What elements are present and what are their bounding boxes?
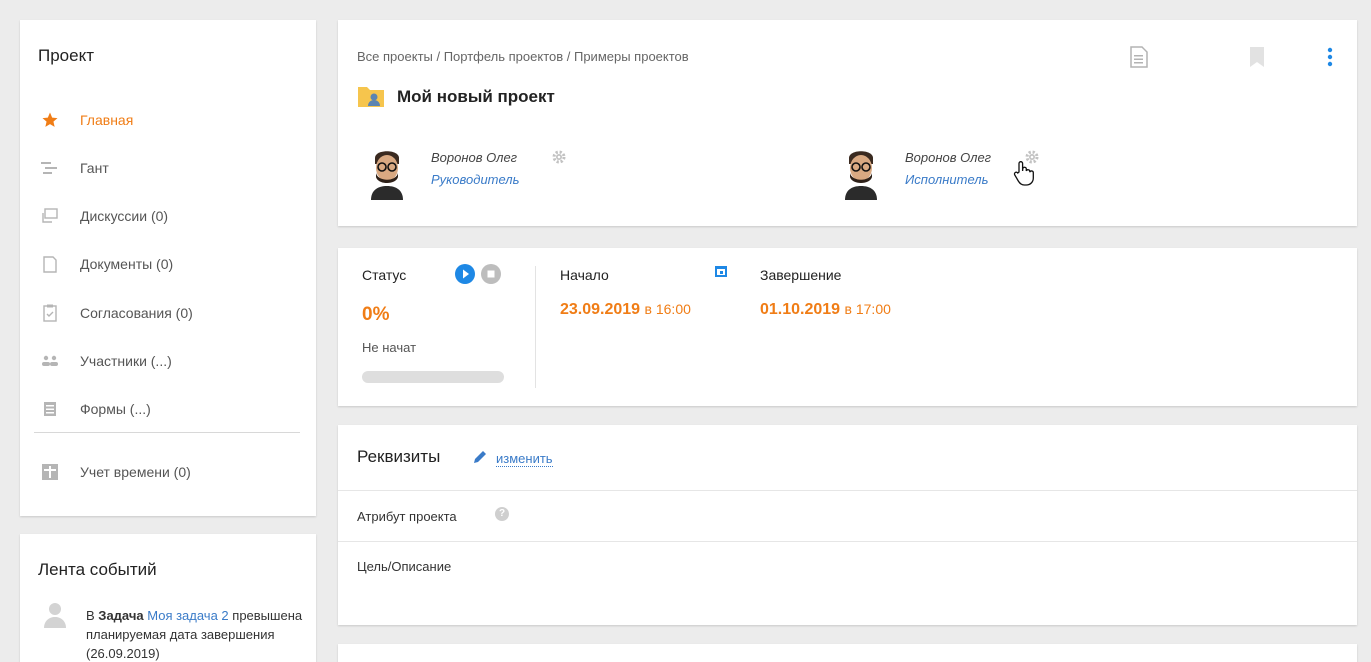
divider bbox=[338, 490, 1357, 491]
sidebar-item-main[interactable]: Главная bbox=[38, 108, 133, 132]
stop-icon bbox=[487, 270, 495, 278]
sidebar-item-approvals[interactable]: Согласования (0) bbox=[38, 301, 193, 325]
status-panel: Статус 0% Не начат Начало 23.09.2019 в 1… bbox=[338, 248, 1357, 406]
person-name: Воронов Олег bbox=[905, 150, 992, 165]
requisites-title: Реквизиты bbox=[357, 447, 441, 466]
sidebar-item-time-tracking[interactable]: Учет времени (0) bbox=[38, 460, 191, 484]
sidebar-item-label: Учет времени (0) bbox=[80, 464, 191, 480]
breadcrumb[interactable]: Все проекты / Портфель проектов / Пример… bbox=[357, 49, 689, 64]
events-title: Лента событий bbox=[38, 560, 157, 579]
person-name: Воронов Олег bbox=[431, 150, 518, 165]
event-entity-type: Задача bbox=[98, 608, 144, 623]
approval-icon bbox=[38, 303, 62, 323]
person-role-link[interactable]: Руководитель bbox=[431, 172, 519, 187]
sidebar-item-label: Гант bbox=[80, 160, 109, 176]
pencil-icon[interactable] bbox=[472, 449, 488, 465]
end-time-value: в 17:00 bbox=[844, 301, 891, 317]
sidebar-item-gantt[interactable]: Гант bbox=[38, 156, 109, 180]
sidebar-title: Проект bbox=[38, 46, 94, 65]
sidebar-item-label: Участники (...) bbox=[80, 353, 172, 369]
project-title: Мой новый проект bbox=[397, 87, 555, 106]
gantt-icon bbox=[38, 158, 62, 178]
requisites-panel: Реквизиты изменить Атрибут проекта ? Цел… bbox=[338, 425, 1357, 625]
sidebar-item-label: Документы (0) bbox=[80, 256, 174, 272]
gear-icon[interactable] bbox=[552, 150, 566, 164]
end-label: Завершение bbox=[760, 267, 842, 283]
event-feed: Лента событий В Задача Моя задача 2 прев… bbox=[20, 534, 316, 662]
person-role-link[interactable]: Исполнитель bbox=[905, 172, 988, 187]
sidebar-item-label: Согласования (0) bbox=[80, 305, 193, 321]
progress-bar bbox=[362, 371, 504, 383]
more-vertical-icon[interactable] bbox=[1319, 44, 1341, 70]
avatar[interactable] bbox=[841, 144, 881, 200]
start-time-value: в 16:00 bbox=[644, 301, 691, 317]
start-label: Начало bbox=[560, 267, 609, 283]
status-state: Не начат bbox=[362, 340, 417, 355]
calendar-icon[interactable] bbox=[714, 264, 728, 278]
help-icon[interactable]: ? bbox=[495, 507, 509, 521]
hand-cursor-icon bbox=[1013, 160, 1035, 186]
avatar[interactable] bbox=[367, 144, 407, 200]
status-divider bbox=[535, 266, 536, 388]
edit-requisites-link[interactable]: изменить bbox=[496, 451, 553, 467]
sidebar-item-label: Главная bbox=[80, 112, 134, 128]
progress-percent: 0% bbox=[362, 304, 390, 325]
sidebar-divider bbox=[34, 432, 300, 433]
event-task-link[interactable]: Моя задача 2 bbox=[147, 608, 228, 623]
play-icon bbox=[463, 269, 469, 279]
sidebar-item-forms[interactable]: Формы (...) bbox=[38, 397, 151, 421]
end-date[interactable]: 01.10.2019 в 17:00 bbox=[760, 301, 891, 319]
project-sidebar: Проект Главная Гант Дискуссии (0) Докуме… bbox=[20, 20, 316, 516]
sidebar-item-label: Дискуссии (0) bbox=[80, 208, 169, 224]
bookmark-icon[interactable] bbox=[1246, 44, 1268, 70]
end-date-value: 01.10.2019 bbox=[760, 301, 841, 318]
sidebar-item-documents[interactable]: Документы (0) bbox=[38, 252, 173, 276]
project-header: Все проекты / Портфель проектов / Пример… bbox=[338, 20, 1357, 226]
play-button[interactable] bbox=[455, 264, 475, 284]
event-item: В Задача Моя задача 2 превышена планируе… bbox=[86, 606, 312, 662]
divider bbox=[338, 541, 1357, 542]
next-panel bbox=[338, 644, 1357, 662]
report-icon[interactable] bbox=[1128, 44, 1150, 70]
user-placeholder-icon bbox=[44, 602, 66, 628]
start-date[interactable]: 23.09.2019 в 16:00 bbox=[560, 301, 691, 319]
stop-button[interactable] bbox=[481, 264, 501, 284]
discussions-icon bbox=[38, 206, 62, 226]
status-label: Статус bbox=[362, 267, 407, 283]
project-folder-icon bbox=[357, 84, 385, 108]
sidebar-item-participants[interactable]: Участники (...) bbox=[38, 349, 172, 373]
start-date-value: 23.09.2019 bbox=[560, 301, 641, 318]
document-icon bbox=[38, 254, 62, 274]
sidebar-item-discussions[interactable]: Дискуссии (0) bbox=[38, 204, 168, 228]
participants-icon bbox=[38, 351, 62, 371]
forms-icon bbox=[38, 399, 62, 419]
field-project-attribute: Атрибут проекта bbox=[357, 509, 457, 524]
star-icon bbox=[38, 110, 62, 130]
time-tracking-icon bbox=[38, 462, 62, 482]
sidebar-item-label: Формы (...) bbox=[80, 401, 151, 417]
event-prefix: В bbox=[86, 608, 95, 623]
field-goal-description: Цель/Описание bbox=[357, 559, 452, 574]
